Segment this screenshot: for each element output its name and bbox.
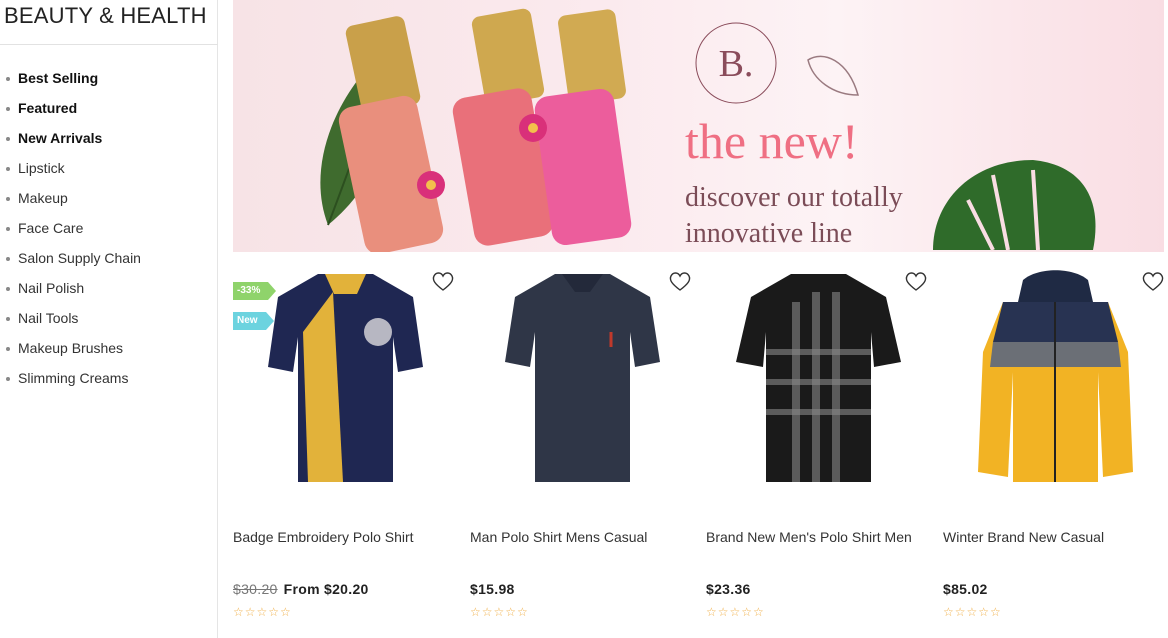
product-price: $15.98 <box>470 581 515 597</box>
product-price: $23.36 <box>706 581 751 597</box>
product-card[interactable]: Man Polo Shirt Mens Casual $15.98 ☆☆☆☆☆ <box>470 262 700 632</box>
brand-seal: B. <box>691 18 781 108</box>
rating-stars: ☆☆☆☆☆ <box>943 605 1002 619</box>
heart-outline-icon[interactable] <box>431 270 455 292</box>
current-price: $85.02 <box>943 581 988 597</box>
jacket-image <box>978 270 1133 482</box>
current-price: $23.36 <box>706 581 751 597</box>
bullet-icon <box>6 106 10 111</box>
rating-stars: ☆☆☆☆☆ <box>470 605 529 619</box>
category-item-featured[interactable]: Featured <box>6 93 141 123</box>
category-item-slimming-creams[interactable]: Slimming Creams <box>6 363 141 393</box>
bullet-icon <box>6 346 10 351</box>
bullet-icon <box>6 196 10 201</box>
category-label: Nail Tools <box>18 310 79 326</box>
category-label: Nail Polish <box>18 280 85 296</box>
category-label: New Arrivals <box>18 130 103 146</box>
category-label: Slimming Creams <box>18 370 129 386</box>
product-card[interactable]: -33% New Badge Embroidery Polo Shirt $30… <box>233 262 463 632</box>
rating-stars: ☆☆☆☆☆ <box>706 605 765 619</box>
category-item-salon-supply-chain[interactable]: Salon Supply Chain <box>6 243 141 273</box>
heart-outline-icon[interactable] <box>1141 270 1165 292</box>
bullet-icon <box>6 136 10 141</box>
new-badge: New <box>233 312 274 330</box>
category-label: Best Selling <box>18 70 99 86</box>
sidebar-title: BEAUTY & HEALTH <box>4 3 207 28</box>
polo-shirt-image <box>505 274 660 482</box>
bullet-icon <box>6 376 10 381</box>
category-item-nail-tools[interactable]: Nail Tools <box>6 303 141 333</box>
product-name[interactable]: Brand New Men's Polo Shirt Men <box>706 529 912 545</box>
product-image[interactable] <box>706 262 936 502</box>
bullet-icon <box>6 316 10 321</box>
bullet-icon <box>6 256 10 261</box>
category-label: Face Care <box>18 220 84 236</box>
category-item-makeup[interactable]: Makeup <box>6 183 141 213</box>
product-name[interactable]: Badge Embroidery Polo Shirt <box>233 529 414 545</box>
heart-outline-icon[interactable] <box>904 270 928 292</box>
category-label: Makeup Brushes <box>18 340 124 356</box>
category-item-makeup-brushes[interactable]: Makeup Brushes <box>6 333 141 363</box>
heart-outline-icon[interactable] <box>668 270 692 292</box>
product-price: $85.02 <box>943 581 988 597</box>
promo-banner[interactable]: B. the new! discover our totally innovat… <box>233 0 1164 252</box>
sidebar-divider <box>0 44 218 45</box>
product-card[interactable]: Brand New Men's Polo Shirt Men $23.36 ☆☆… <box>706 262 936 632</box>
category-item-new-arrivals[interactable]: New Arrivals <box>6 123 141 153</box>
category-label: Makeup <box>18 190 68 206</box>
product-image[interactable] <box>470 262 700 502</box>
bullet-icon <box>6 166 10 171</box>
product-card[interactable]: Winter Brand New Casual $85.02 ☆☆☆☆☆ <box>943 262 1168 632</box>
product-image[interactable] <box>943 262 1168 502</box>
category-list: Best Selling Featured New Arrivals Lipst… <box>6 63 141 393</box>
category-item-lipstick[interactable]: Lipstick <box>6 153 141 183</box>
bullet-icon <box>6 76 10 81</box>
bullet-icon <box>6 286 10 291</box>
polo-shirt-image <box>736 274 901 482</box>
rating-stars: ☆☆☆☆☆ <box>233 605 292 619</box>
discount-badge: -33% <box>233 282 277 300</box>
banner-tagline-line1: discover our totally <box>685 182 903 213</box>
category-item-best-selling[interactable]: Best Selling <box>6 63 141 93</box>
category-sidebar: BEAUTY & HEALTH Best Selling Featured Ne… <box>0 0 218 638</box>
banner-tagline: discover our totally innovative line <box>685 180 903 252</box>
product-price: $30.20 From $20.20 <box>233 581 369 597</box>
banner-headline: the new! <box>685 113 859 169</box>
product-name[interactable]: Winter Brand New Casual <box>943 529 1104 545</box>
category-item-face-care[interactable]: Face Care <box>6 213 141 243</box>
product-image[interactable]: -33% New <box>233 262 463 502</box>
old-price: $30.20 <box>233 581 278 597</box>
current-price: From $20.20 <box>283 581 369 597</box>
category-label: Featured <box>18 100 78 116</box>
category-label: Lipstick <box>18 160 65 176</box>
category-label: Salon Supply Chain <box>18 250 141 266</box>
category-item-nail-polish[interactable]: Nail Polish <box>6 273 141 303</box>
bullet-icon <box>6 226 10 231</box>
product-name[interactable]: Man Polo Shirt Mens Casual <box>470 529 647 545</box>
seal-letter: B. <box>718 43 754 85</box>
current-price: $15.98 <box>470 581 515 597</box>
banner-tagline-line2: innovative line <box>685 218 853 249</box>
